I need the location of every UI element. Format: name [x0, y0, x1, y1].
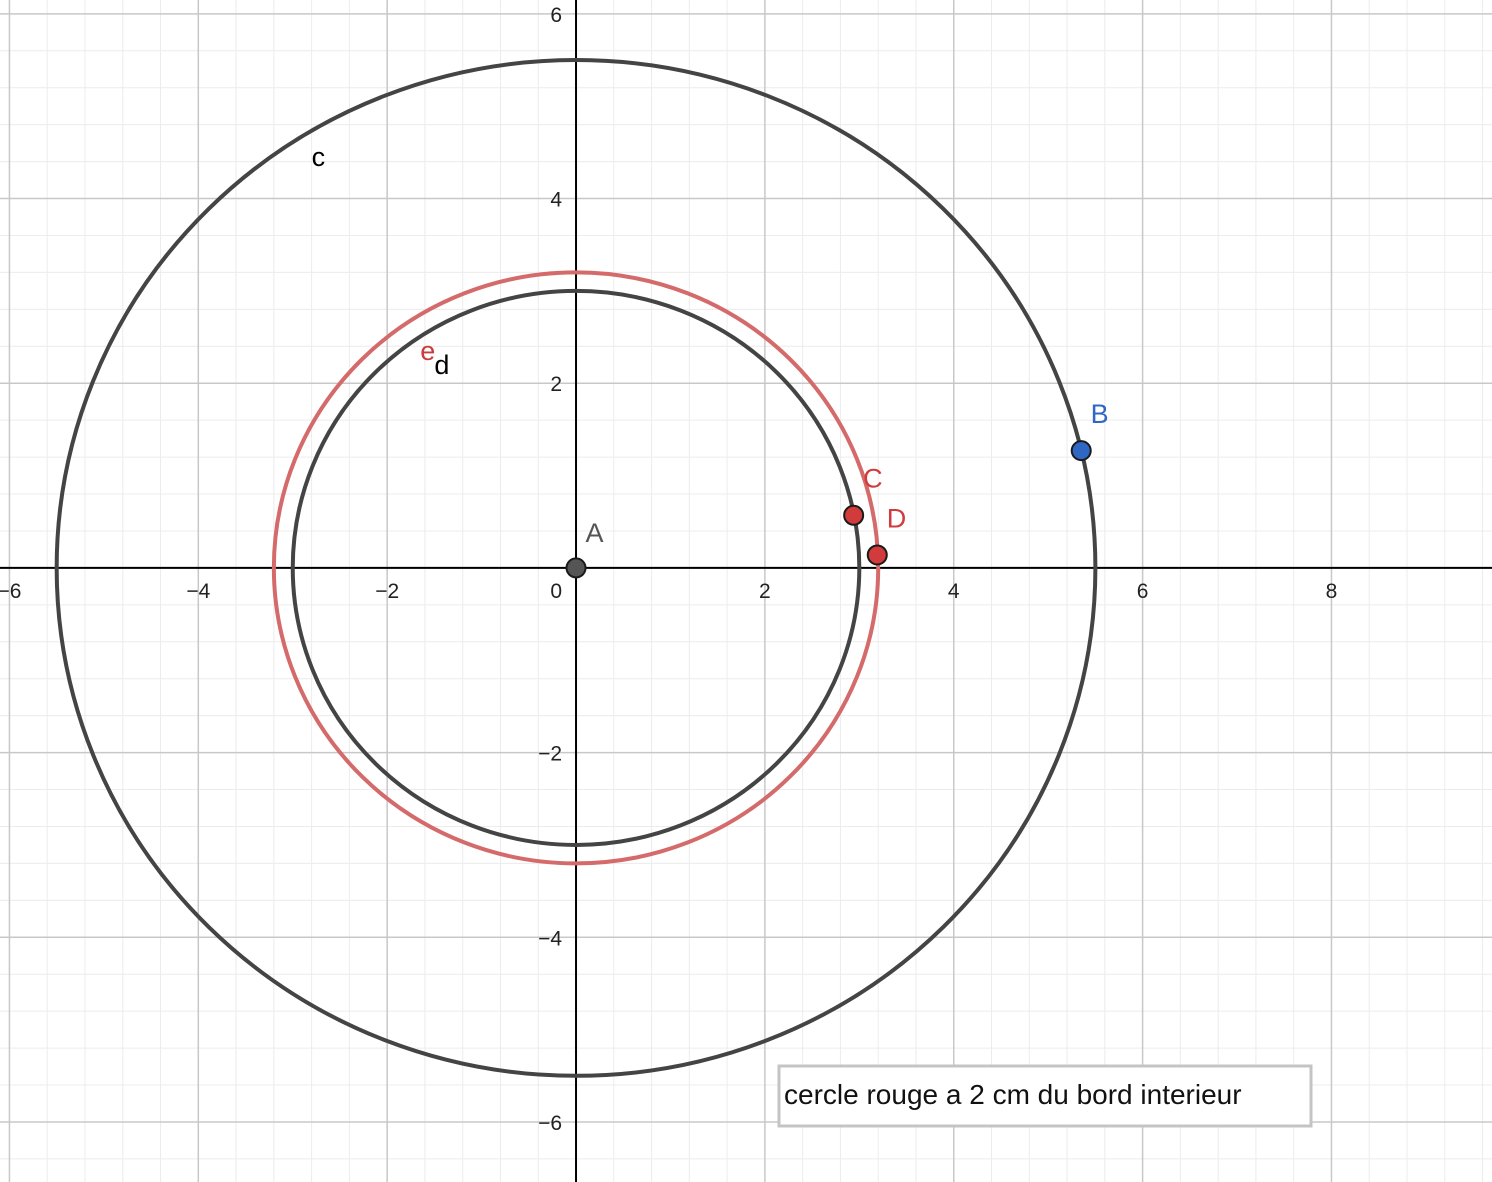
point-a-label: A: [585, 518, 603, 548]
point-c[interactable]: [843, 504, 865, 526]
x-tick-label: 8: [1326, 580, 1338, 603]
y-tick-label: 6: [550, 4, 562, 27]
geometry-canvas[interactable]: −6 −4 −2 0 2 4 6 8 6 4 2 −2 −4 −6 c de A B CD cercle ro…: [0, 0, 1492, 1182]
x-tick-labels: −6 −4 −2 0 2 4 6 8: [0, 580, 1337, 603]
point-b-label: B: [1091, 399, 1109, 429]
y-tick-label: −6: [538, 1112, 562, 1135]
y-tick-label: −2: [538, 743, 562, 766]
x-tick-label: 0: [550, 580, 562, 603]
circle-c-label: c: [312, 142, 326, 172]
point-d-label: D: [887, 503, 907, 533]
circle-d-label: d: [434, 350, 449, 380]
point-c-label: C: [863, 464, 883, 494]
x-tick-label: −6: [0, 580, 21, 603]
y-tick-label: 2: [550, 373, 562, 396]
point-a[interactable]: [565, 557, 587, 579]
x-tick-label: −4: [186, 580, 210, 603]
y-tick-label: 4: [550, 189, 562, 212]
x-tick-label: −2: [375, 580, 399, 603]
point-d[interactable]: [866, 544, 888, 566]
points: A B CD: [565, 399, 1109, 579]
axes: [0, 0, 1492, 1182]
x-tick-label: 4: [948, 580, 960, 603]
minor-grid: [0, 0, 1492, 1182]
x-tick-label: 2: [759, 580, 771, 603]
y-tick-labels: 6 4 2 −2 −4 −6: [538, 4, 562, 1135]
x-tick-label: 6: [1137, 580, 1149, 603]
y-tick-label: −4: [538, 927, 562, 950]
text-note[interactable]: cercle rouge a 2 cm du bord interieur: [777, 1064, 1313, 1128]
major-grid: [0, 0, 1492, 1182]
point-b[interactable]: [1070, 440, 1092, 462]
circle-e-label: e: [420, 336, 435, 366]
text-note-label: cercle rouge a 2 cm du bord interieur: [784, 1079, 1242, 1110]
